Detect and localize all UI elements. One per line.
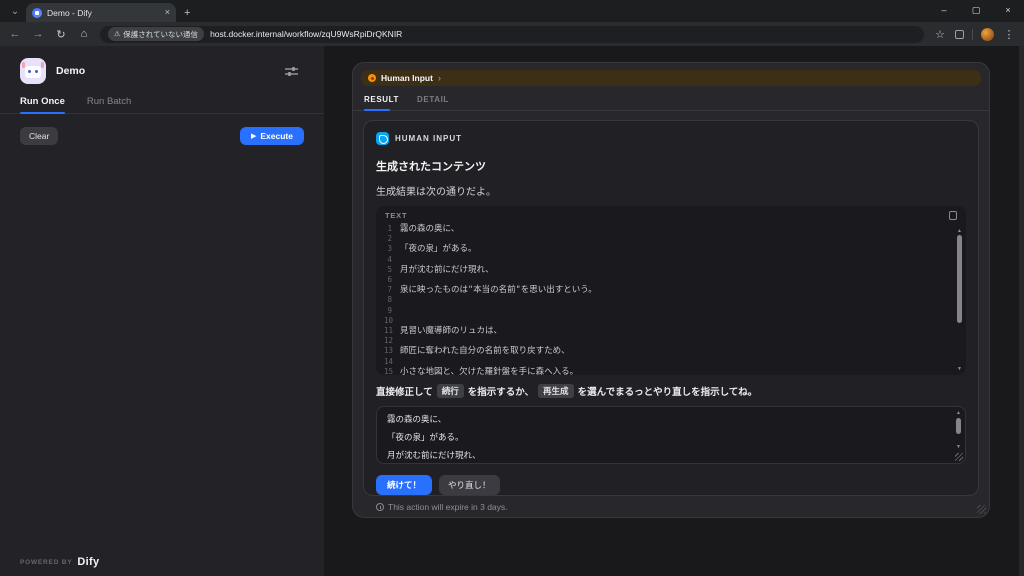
- code-language-label: TEXT: [385, 211, 407, 220]
- code-line: 4: [384, 255, 948, 265]
- browser-tab[interactable]: Demo - Dify ×: [26, 3, 176, 22]
- url-text: host.docker.internal/workflow/zqU9WsRpiD…: [210, 29, 402, 39]
- tab-close-icon[interactable]: ×: [165, 8, 170, 17]
- tab-title: Demo - Dify: [47, 8, 160, 18]
- human-input-node-icon: [368, 74, 376, 82]
- code-line: 5月が沈む前にだけ現れ、: [384, 265, 948, 275]
- run-sidebar: Demo Run Once Run Batch Clear ▶ Execute …: [0, 46, 324, 576]
- code-line: 15小さな地図と、欠けた羅針盤を手に森へ入る。: [384, 367, 948, 375]
- bookmark-star-icon[interactable]: ☆: [933, 28, 947, 41]
- code-line: 2: [384, 234, 948, 244]
- execute-button[interactable]: ▶ Execute: [240, 127, 304, 145]
- browser-toolbar: ← → ↻ ⌂ ⚠ 保護されていない通信 host.docker.interna…: [0, 22, 1024, 46]
- edit-textarea[interactable]: 霧の森の奥に、「夜の泉」がある。月が沈む前にだけ現れ、 ▲ ▼: [376, 406, 966, 464]
- panel-resize-handle[interactable]: [977, 505, 986, 514]
- tab-result[interactable]: RESULT: [364, 95, 399, 110]
- scroll-up-icon[interactable]: ▲: [957, 228, 962, 235]
- code-line: 10: [384, 316, 948, 326]
- instruction-text: 直接修正して 続行 を指示するか、 再生成 を選んでまるっとやり直しを指示してね…: [376, 384, 966, 398]
- code-line: 11見習い魔導師のリュカは、: [384, 326, 948, 336]
- text-code-block: TEXT 1霧の森の奥に、23「夜の泉」がある。45月が沈む前にだけ現れ、67泉…: [376, 206, 966, 375]
- chevron-right-icon: ›: [438, 73, 441, 83]
- app-title: Demo: [56, 65, 275, 77]
- tab-run-once[interactable]: Run Once: [20, 96, 65, 113]
- reload-icon[interactable]: ↻: [54, 28, 68, 41]
- browser-titlebar: ⌄ Demo - Dify × + – ▢ ×: [0, 0, 1024, 22]
- human-input-icon: [376, 132, 389, 145]
- address-bar[interactable]: ⚠ 保護されていない通信 host.docker.internal/workfl…: [100, 26, 924, 43]
- window-close-button[interactable]: ×: [992, 0, 1024, 20]
- scroll-up-icon[interactable]: ▲: [956, 410, 961, 417]
- new-tab-button[interactable]: +: [184, 7, 190, 19]
- toolbar-divider: [972, 29, 973, 40]
- textarea-scroll-thumb[interactable]: [956, 418, 961, 434]
- code-line: 12: [384, 336, 948, 346]
- run-result-panel: Human Input › RESULT DETAIL HUMAN INPUT …: [352, 62, 990, 518]
- page-scrollbar[interactable]: [1019, 46, 1024, 576]
- scroll-down-icon[interactable]: ▼: [956, 444, 961, 451]
- profile-avatar[interactable]: [981, 28, 994, 41]
- browser-menu-icon[interactable]: ⋮: [1002, 28, 1016, 41]
- clock-icon: [376, 503, 384, 511]
- node-breadcrumb[interactable]: Human Input ›: [361, 70, 981, 86]
- textarea-scrollbar[interactable]: ▲ ▼: [954, 410, 963, 451]
- warning-icon: ⚠: [114, 30, 120, 38]
- generated-content-title: 生成されたコンテンツ: [376, 158, 966, 174]
- redo-button[interactable]: やり直し！: [439, 475, 500, 495]
- home-icon[interactable]: ⌂: [77, 28, 91, 40]
- draft-line: 「夜の泉」がある。: [387, 432, 949, 442]
- tab-run-batch[interactable]: Run Batch: [87, 96, 131, 113]
- tab-search-button[interactable]: ⌄: [6, 2, 24, 20]
- run-mode-tabs: Run Once Run Batch: [0, 96, 324, 114]
- robot-icon: [25, 66, 41, 78]
- play-icon: ▶: [251, 132, 256, 140]
- draft-line: 霧の森の奥に、: [387, 414, 949, 424]
- code-line: 9: [384, 306, 948, 316]
- code-line: 6: [384, 275, 948, 285]
- security-badge[interactable]: ⚠ 保護されていない通信: [108, 27, 204, 41]
- scroll-down-icon[interactable]: ▼: [957, 366, 962, 373]
- code-scrollbar[interactable]: ▲ ▼: [955, 228, 964, 373]
- window-maximize-button[interactable]: ▢: [960, 0, 992, 20]
- extensions-icon[interactable]: [955, 30, 964, 39]
- code-line: 8: [384, 295, 948, 305]
- result-area: Human Input › RESULT DETAIL HUMAN INPUT …: [324, 46, 1024, 576]
- code-line: 1霧の森の奥に、: [384, 224, 948, 234]
- code-line: 13師匠に奪われた自分の名前を取り戻すため、: [384, 346, 948, 356]
- code-line: 3「夜の泉」がある。: [384, 244, 948, 254]
- draft-content: 霧の森の奥に、「夜の泉」がある。月が沈む前にだけ現れ、: [387, 414, 949, 460]
- copy-icon[interactable]: [949, 211, 957, 220]
- dify-favicon: [32, 8, 42, 18]
- textarea-resize-grip[interactable]: [955, 453, 963, 461]
- app-icon: [20, 58, 46, 84]
- code-line: 7泉に映ったものは"本当の名前"を思い出すという。: [384, 285, 948, 295]
- code-scroll-thumb[interactable]: [957, 235, 962, 323]
- human-input-card: HUMAN INPUT 生成されたコンテンツ 生成結果は次の通りだよ。 TEXT…: [363, 120, 979, 496]
- generated-content-subtitle: 生成結果は次の通りだよ。: [376, 183, 966, 198]
- back-icon[interactable]: ←: [8, 28, 22, 40]
- code-line: 14: [384, 357, 948, 367]
- expire-note: This action will expire in 3 days.: [376, 502, 966, 512]
- powered-by: POWERED BY Dify: [20, 556, 99, 568]
- window-minimize-button[interactable]: –: [928, 0, 960, 20]
- continue-chip: 続行: [437, 384, 464, 398]
- clear-button[interactable]: Clear: [20, 127, 58, 145]
- tab-detail[interactable]: DETAIL: [417, 95, 449, 110]
- robot-ear-right: [41, 62, 44, 68]
- continue-button[interactable]: 続けて！: [376, 475, 432, 495]
- forward-icon[interactable]: →: [31, 28, 45, 40]
- result-tabs: RESULT DETAIL: [353, 95, 989, 111]
- human-input-label: HUMAN INPUT: [395, 134, 462, 143]
- regenerate-chip: 再生成: [538, 384, 574, 398]
- code-lines[interactable]: 1霧の森の奥に、23「夜の泉」がある。45月が沈む前にだけ現れ、67泉に映ったも…: [376, 223, 966, 375]
- settings-sliders-icon[interactable]: [285, 66, 298, 77]
- dify-logo: Dify: [77, 556, 99, 568]
- draft-line: 月が沈む前にだけ現れ、: [387, 450, 949, 460]
